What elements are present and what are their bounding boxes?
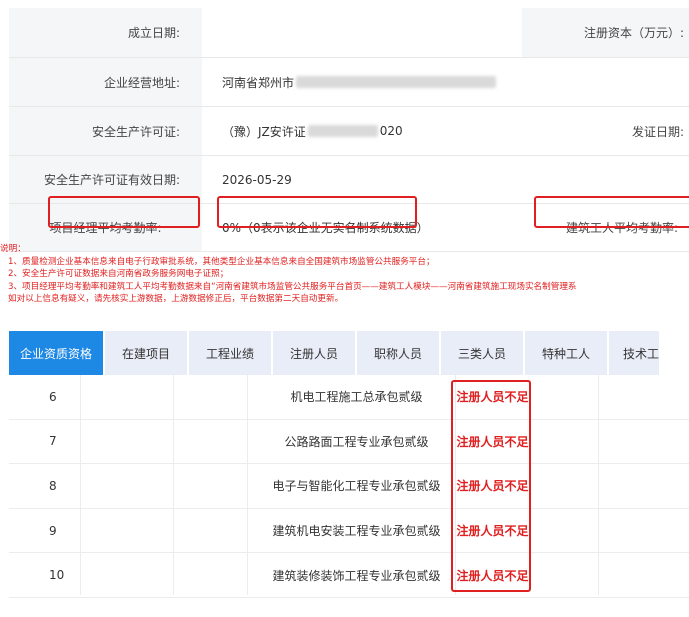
redacted-block	[296, 76, 497, 88]
row-number: 9	[49, 523, 57, 538]
note-line: 1、质量检测企业基本信息来自电子行政审批系统，其他类型企业基本信息来自全国建筑市…	[8, 256, 435, 267]
info-value: （豫）JZ安许证 020	[202, 107, 522, 155]
note-line: 2、安全生产许可证数据来自河南省政务服务网电子证照；	[8, 269, 229, 279]
status-highlight-box	[451, 380, 531, 592]
license-text: （豫）JZ安许证	[222, 124, 306, 139]
row-number: 6	[49, 389, 57, 404]
license-tail: 020	[379, 124, 403, 138]
tab-bar: 企业资质资格 在建项目 工程业绩 注册人员 职称人员 三类人员 特种工人 技术工	[9, 331, 659, 375]
note-line: 如对以上信息有疑义，请先核实上游数据，上游数据修正后，平台数据第二天自动更新。	[8, 294, 344, 304]
info-label: 安全生产许可证:	[9, 107, 202, 155]
info-value	[202, 8, 522, 57]
info-label-empty	[522, 58, 689, 106]
row-number: 7	[49, 434, 57, 449]
table-row: 6 机电工程施工总承包贰级 注册人员不足	[9, 375, 689, 420]
info-label: 成立日期:	[9, 8, 202, 57]
tab-performance[interactable]: 工程业绩	[189, 331, 271, 375]
note-title: 说明：	[0, 244, 26, 254]
qualification-name: 建筑装修装饰工程专业承包贰级	[272, 568, 441, 583]
info-row-safety-license: 安全生产许可证: （豫）JZ安许证 020 发证日期:	[9, 107, 689, 156]
info-label: 企业经营地址:	[9, 58, 202, 106]
row-number: 10	[49, 568, 65, 583]
tab-registered-staff[interactable]: 注册人员	[273, 331, 355, 375]
highlight-box	[48, 196, 200, 228]
table-row: 10 建筑装修装饰工程专业承包贰级 注册人员不足	[9, 553, 689, 598]
tab-special-workers[interactable]: 特种工人	[525, 331, 607, 375]
tab-technical-workers[interactable]: 技术工	[609, 331, 659, 375]
highlight-box	[217, 196, 417, 228]
highlight-box	[534, 196, 689, 228]
info-value: 河南省郑州市	[202, 58, 562, 106]
qualification-name: 建筑机电安装工程专业承包贰级	[272, 524, 441, 539]
tab-qualifications[interactable]: 企业资质资格	[9, 331, 103, 375]
address-text: 河南省郑州市	[222, 75, 295, 90]
row-number: 8	[49, 478, 57, 493]
qualification-table: 6 机电工程施工总承包贰级 注册人员不足 7 公路路面工程专业承包贰级 注册人员…	[9, 375, 689, 598]
tab-ongoing-projects[interactable]: 在建项目	[105, 331, 187, 375]
note-line: 3、项目经理平均考勤率和建筑工人平均考勤数据来自“河南省建筑市场监管公共服务平台…	[8, 281, 577, 292]
tab-titled-staff[interactable]: 职称人员	[357, 331, 439, 375]
info-row-established: 成立日期: 注册资本（万元）:	[9, 8, 689, 58]
table-row: 8 电子与智能化工程专业承包贰级 注册人员不足	[9, 464, 689, 509]
info-label: 注册资本（万元）:	[522, 8, 689, 57]
notes-section: 说明： 1、质量检测企业基本信息来自电子行政审批系统，其他类型企业基本信息来自全…	[0, 243, 689, 306]
info-label: 发证日期:	[522, 107, 689, 155]
tab-three-types-staff[interactable]: 三类人员	[441, 331, 523, 375]
redacted-block	[307, 125, 378, 137]
info-row-address: 企业经营地址: 河南省郑州市	[9, 58, 689, 107]
qualification-name: 机电工程施工总承包贰级	[290, 390, 423, 405]
table-row: 7 公路路面工程专业承包贰级 注册人员不足	[9, 420, 689, 465]
qualification-name: 电子与智能化工程专业承包贰级	[272, 479, 441, 494]
table-row: 9 建筑机电安装工程专业承包贰级 注册人员不足	[9, 509, 689, 554]
qualification-name: 公路路面工程专业承包贰级	[284, 434, 429, 449]
